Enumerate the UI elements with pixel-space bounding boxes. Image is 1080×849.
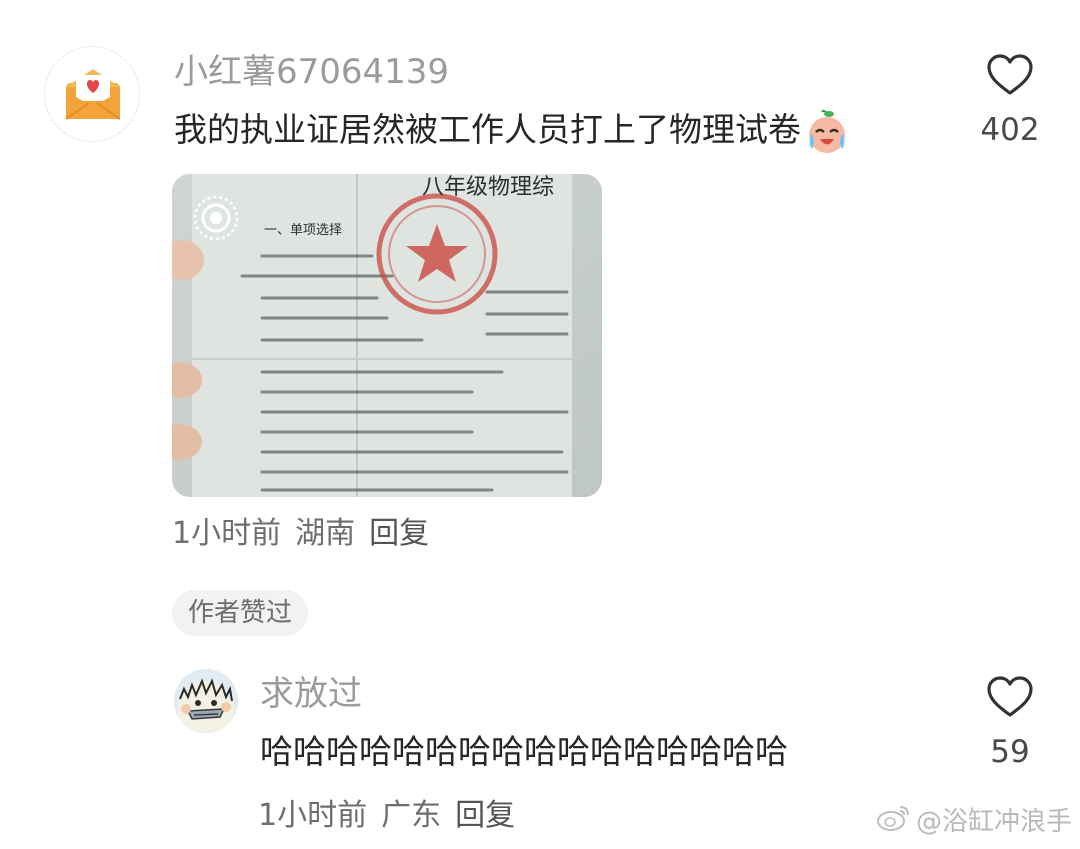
comment-text: 我的执业证居然被工作人员打上了物理试卷	[174, 110, 801, 149]
comment-meta: 1小时前 广东 回复	[258, 798, 529, 834]
image-header-text: 八年级物理综	[422, 175, 554, 200]
username[interactable]: 小红薯67064139	[174, 52, 449, 92]
comment-location: 广东	[381, 798, 442, 833]
crying-laughing-emoji-icon	[803, 108, 851, 160]
comment-location: 湖南	[295, 516, 356, 551]
image-section-text: 一、单项选择	[264, 223, 342, 238]
like-count: 59	[990, 734, 1030, 770]
like-count: 402	[980, 112, 1040, 148]
weibo-icon	[876, 803, 912, 843]
attached-image[interactable]: 八年级物理综 一、单项选择	[172, 174, 602, 497]
watermark: @浴缸冲浪手	[876, 802, 1072, 843]
envelope-heart-icon	[65, 69, 121, 120]
avatar[interactable]	[174, 669, 238, 733]
watermark-text: @浴缸冲浪手	[915, 807, 1072, 837]
username[interactable]: 求放过	[260, 674, 362, 714]
comment-time: 1小时前	[258, 798, 368, 833]
heart-outline-icon	[987, 676, 1033, 717]
cartoon-avatar-icon	[174, 669, 238, 733]
like-button[interactable]	[984, 52, 1036, 98]
comment-text-row: 我的执业证居然被工作人员打上了物理试卷	[174, 108, 851, 160]
like-button[interactable]	[984, 674, 1036, 720]
heart-outline-icon	[987, 54, 1033, 95]
comment-time: 1小时前	[172, 516, 282, 551]
author-liked-badge: 作者赞过	[172, 590, 309, 636]
comment-text: 哈哈哈哈哈哈哈哈哈哈哈哈哈哈哈哈	[260, 732, 788, 771]
reply-button[interactable]: 回复	[369, 516, 429, 551]
reply-button[interactable]: 回复	[455, 798, 515, 833]
avatar[interactable]	[44, 46, 140, 142]
comment-meta: 1小时前 湖南 回复	[172, 516, 443, 552]
